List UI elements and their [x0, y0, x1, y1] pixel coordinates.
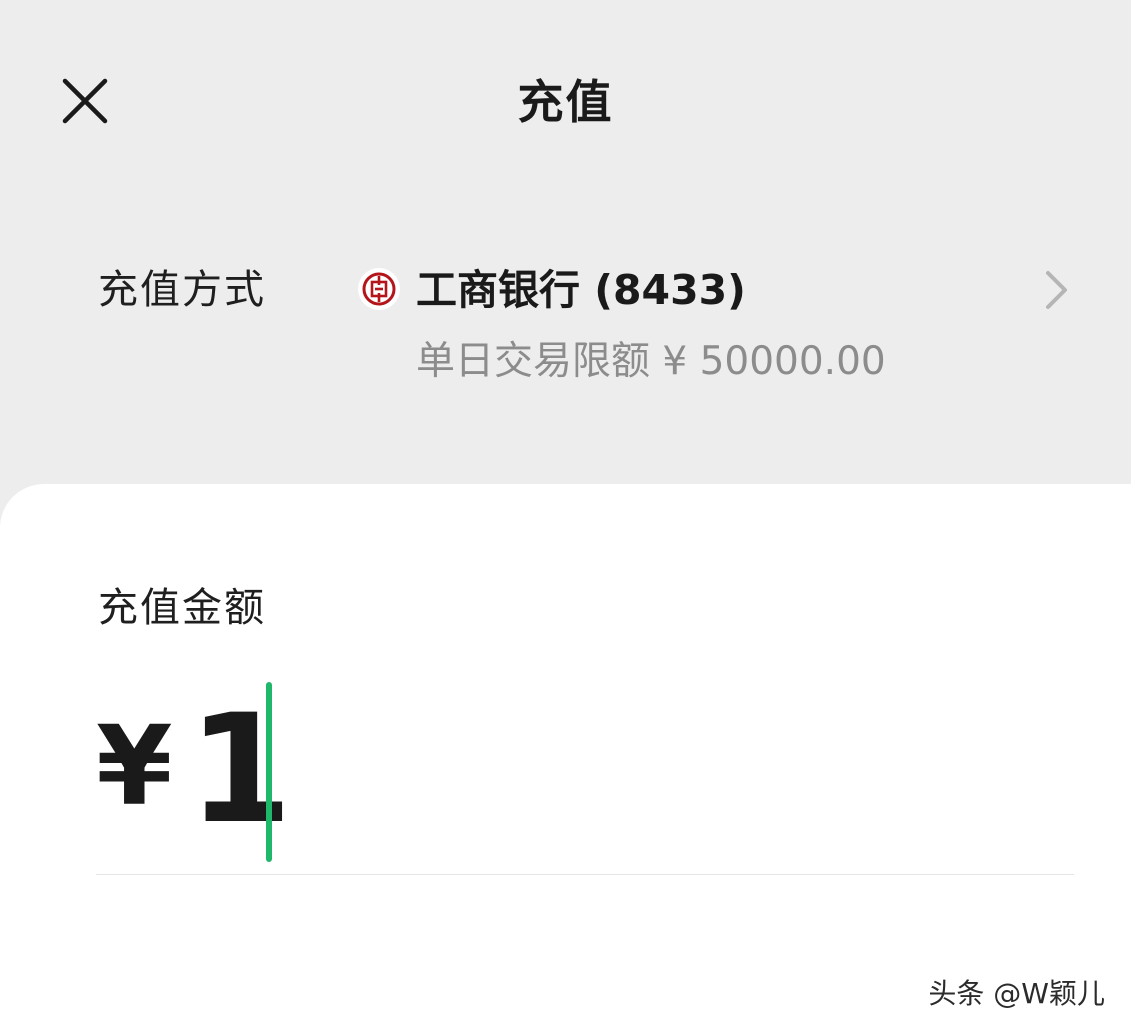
amount-divider	[96, 874, 1074, 875]
currency-symbol: ¥	[96, 702, 173, 830]
amount-value: 1	[188, 683, 293, 857]
bank-account-name: 工商银行 (8433)	[416, 266, 746, 314]
payment-method-label: 充值方式	[98, 267, 266, 313]
amount-input[interactable]: ¥ 1	[96, 676, 1076, 866]
payment-method-selector[interactable]: 工商银行 (8433) 单日交易限额 ¥ 50000.00	[354, 252, 1094, 402]
daily-limit-text: 单日交易限额 ¥ 50000.00	[416, 339, 886, 384]
amount-card: 充值金额 ¥ 1	[0, 484, 1131, 1034]
chevron-right-icon	[1038, 268, 1074, 312]
watermark-text: 头条 @W颖儿	[928, 977, 1105, 1010]
icbc-bank-logo-icon	[358, 268, 400, 310]
page-title: 充值	[517, 75, 614, 129]
amount-label: 充值金额	[98, 585, 266, 631]
text-caret	[266, 682, 272, 862]
